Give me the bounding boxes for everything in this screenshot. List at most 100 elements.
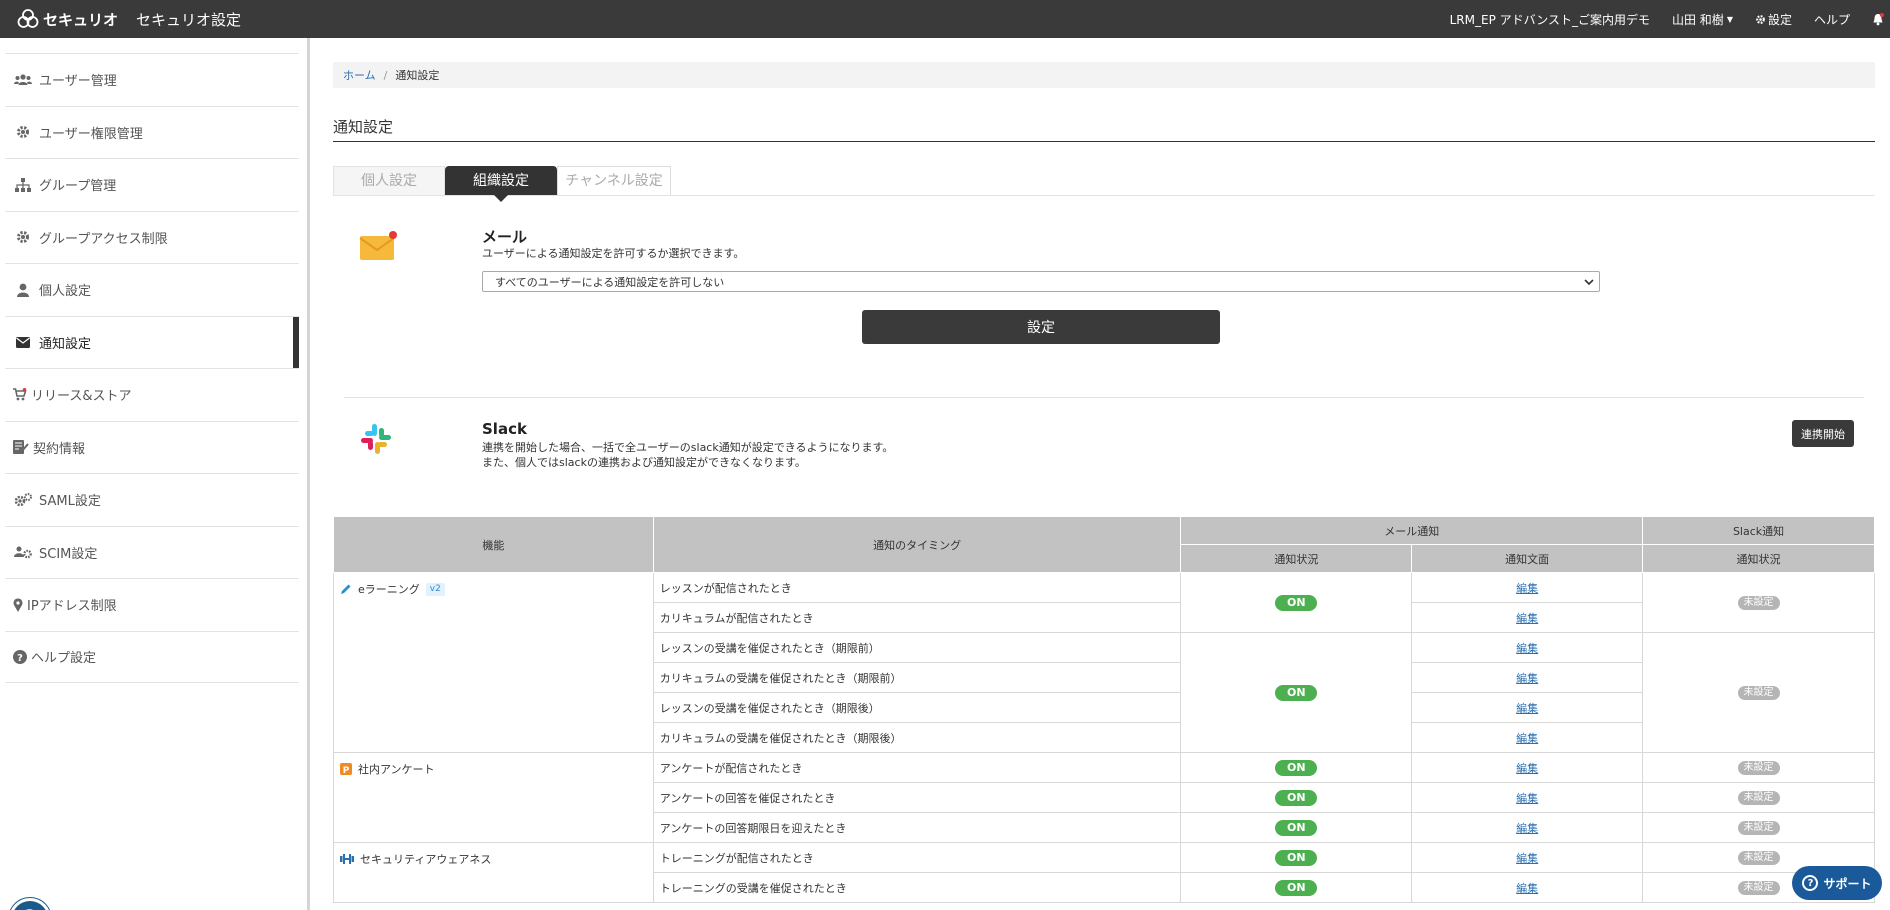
save-button[interactable]: 設定	[862, 310, 1220, 344]
sidebar-item-label: 契約情報	[33, 441, 86, 457]
sidebar-item-release-store[interactable]: リリース&ストア	[5, 368, 299, 421]
sidebar-item-label: IPアドレス制限	[27, 599, 117, 615]
edit-link[interactable]: 編集	[1516, 612, 1538, 625]
edit-link[interactable]: 編集	[1516, 822, 1538, 835]
edit-link[interactable]: 編集	[1516, 642, 1538, 655]
status-badge-on[interactable]: ON	[1275, 789, 1318, 806]
logo[interactable]: セキュリオ	[17, 8, 118, 30]
sidebar-item-label: グループアクセス制限	[39, 231, 168, 247]
status-badge-on[interactable]: ON	[1275, 849, 1318, 866]
edit-link[interactable]: 編集	[1516, 762, 1538, 775]
notification-table: 機能 通知のタイミング メール通知 Slack通知 通知状況 通知文面 通知状況…	[333, 516, 1875, 903]
user-name: 山田 和樹	[1671, 12, 1724, 27]
mail-text-cell: 編集	[1411, 692, 1644, 723]
mail-title: メール	[482, 228, 528, 246]
edit-link[interactable]: 編集	[1516, 582, 1538, 595]
sidebar-item-label: ユーザー権限管理	[39, 126, 143, 142]
tab-personal[interactable]: 個人設定	[333, 166, 445, 195]
sidebar-item-help-settings[interactable]: ? ヘルプ設定	[5, 630, 299, 683]
edit-link[interactable]: 編集	[1516, 792, 1538, 805]
mail-text-cell: 編集	[1411, 722, 1644, 753]
users-icon	[13, 72, 33, 88]
status-badge-unset[interactable]: 未設定	[1737, 761, 1780, 775]
sidebar-item-user-permissions[interactable]: ユーザー権限管理	[5, 105, 299, 159]
help-link[interactable]: ヘルプ	[1814, 11, 1850, 28]
slack-status-cell: 未設定	[1642, 812, 1875, 843]
support-label: サポート	[1823, 876, 1872, 891]
header-mail-group: メール通知	[1180, 516, 1644, 545]
timing-cell: レッスンが配信されたとき	[652, 572, 1182, 603]
sidebar-item-ip-restriction[interactable]: IPアドレス制限	[5, 578, 299, 631]
edit-link[interactable]: 編集	[1516, 852, 1538, 865]
sidebar-item-label: 個人設定	[39, 284, 92, 300]
feature-cell: eラーニング v2	[333, 572, 654, 753]
help-fab-button[interactable]: ?	[9, 898, 51, 910]
top-bar: セキュリオ セキュリオ設定 LRM_EP アドバンスト_ご案内用デモ 山田 和樹…	[0, 0, 1890, 38]
mail-description: ユーザーによる通知設定を許可するか選択できます。	[482, 247, 745, 260]
mail-status-cell: ON	[1180, 872, 1413, 903]
timing-cell: カリキュラムの受講を催促されたとき（期限前）	[652, 662, 1182, 693]
slack-connect-button[interactable]: 連携開始	[1792, 420, 1854, 447]
mail-status-cell: ON	[1180, 752, 1413, 783]
tab-channel[interactable]: チャンネル設定	[557, 166, 671, 195]
status-badge-unset[interactable]: 未設定	[1737, 881, 1780, 895]
sidebar-item-notifications[interactable]: 通知設定	[5, 315, 299, 369]
slack-status-cell: 未設定	[1642, 782, 1875, 813]
feature-name: 社内アンケート	[358, 763, 435, 776]
breadcrumb: ホーム / 通知設定	[333, 62, 1875, 88]
status-badge-on[interactable]: ON	[1275, 879, 1318, 896]
feature-name: セキュリティアウェアネス	[360, 853, 492, 866]
tab-bar: 個人設定 組織設定 チャンネル設定	[333, 166, 1875, 202]
mail-text-cell: 編集	[1411, 662, 1644, 693]
status-badge-on[interactable]: ON	[1275, 684, 1318, 701]
sidebar-item-label: SAML設定	[39, 494, 101, 510]
mail-permission-select[interactable]: すべてのユーザーによる通知設定を許可しない	[482, 271, 1600, 292]
breadcrumb-home[interactable]: ホーム	[343, 67, 376, 83]
status-badge-unset[interactable]: 未設定	[1737, 686, 1780, 700]
mail-status-cell: ON	[1180, 632, 1413, 753]
sidebar-item-groups[interactable]: グループ管理	[5, 158, 299, 211]
mail-text-cell: 編集	[1411, 812, 1644, 843]
settings-link[interactable]: 設定	[1755, 11, 1792, 28]
mail-text-cell: 編集	[1411, 632, 1644, 663]
mail-status-cell: ON	[1180, 812, 1413, 843]
support-button[interactable]: ? サポート	[1792, 866, 1882, 900]
gear-icon	[13, 124, 33, 140]
sidebar-item-group-access[interactable]: グループアクセス制限	[5, 210, 299, 264]
feature-name: eラーニング	[358, 583, 420, 596]
mail-text-cell: 編集	[1411, 572, 1644, 603]
status-badge-on[interactable]: ON	[1275, 819, 1318, 836]
status-badge-unset[interactable]: 未設定	[1737, 596, 1780, 610]
mail-text-cell: 編集	[1411, 602, 1644, 633]
sitemap-icon	[13, 177, 33, 193]
question-circle-icon: ?	[13, 649, 27, 665]
org-name[interactable]: LRM_EP アドバンスト_ご案内用デモ	[1450, 11, 1650, 28]
timing-cell: レッスンの受講を催促されたとき（期限前）	[652, 632, 1182, 663]
status-badge-unset[interactable]: 未設定	[1737, 821, 1780, 835]
status-badge-unset[interactable]: 未設定	[1737, 791, 1780, 805]
feature-cell: セキュリティアウェアネス	[333, 842, 654, 903]
status-badge-on[interactable]: ON	[1275, 759, 1318, 776]
slack-description-1: 連携を開始した場合、一括で全ユーザーのslack通知が設定できるようになります。	[482, 441, 894, 454]
sidebar-item-scim[interactable]: SCIM設定	[5, 525, 299, 579]
tab-org[interactable]: 組織設定	[445, 166, 557, 202]
timing-cell: カリキュラムが配信されたとき	[652, 602, 1182, 633]
timing-cell: アンケートの回答期限日を迎えたとき	[652, 812, 1182, 843]
sidebar-item-contract[interactable]: 契約情報	[5, 420, 299, 474]
gears-icon	[13, 492, 33, 508]
slack-icon	[361, 424, 391, 454]
edit-link[interactable]: 編集	[1516, 702, 1538, 715]
pencil-icon	[341, 584, 351, 594]
edit-link[interactable]: 編集	[1516, 732, 1538, 745]
edit-link[interactable]: 編集	[1516, 672, 1538, 685]
sidebar-item-users[interactable]: ユーザー管理	[5, 53, 299, 106]
edit-link[interactable]: 編集	[1516, 882, 1538, 895]
bell-icon[interactable]	[1872, 12, 1886, 26]
status-badge-on[interactable]: ON	[1275, 594, 1318, 611]
sidebar-item-saml[interactable]: SAML設定	[5, 473, 299, 526]
status-badge-unset[interactable]: 未設定	[1737, 851, 1780, 865]
user-menu[interactable]: 山田 和樹 ▼	[1672, 11, 1733, 28]
map-pin-icon	[13, 597, 23, 613]
svg-text:P: P	[343, 766, 350, 775]
sidebar-item-personal[interactable]: 個人設定	[5, 263, 299, 316]
